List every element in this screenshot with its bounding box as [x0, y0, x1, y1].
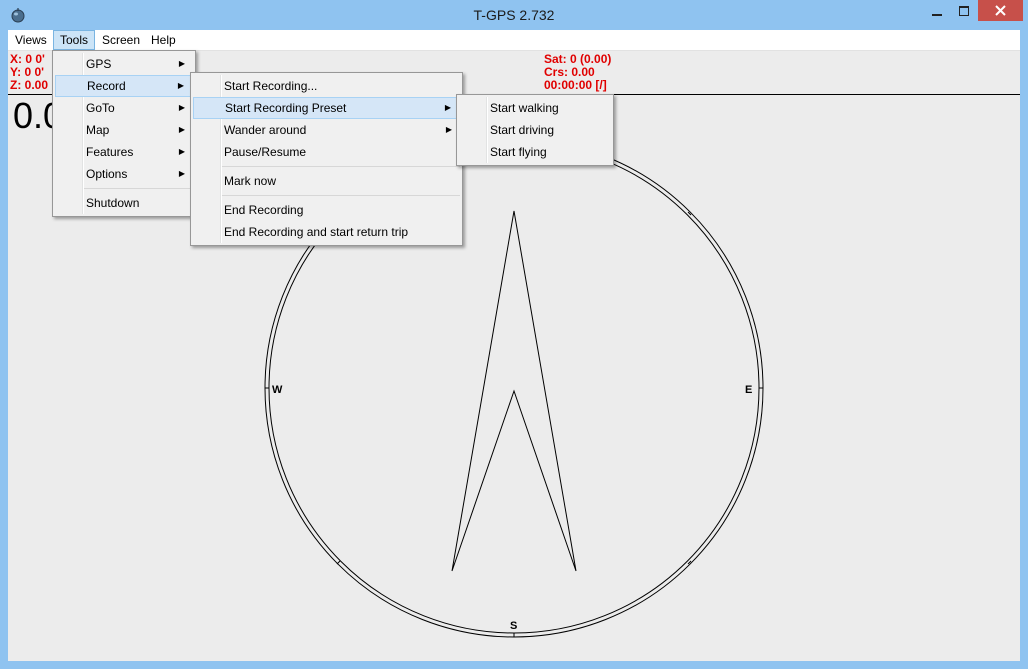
- record-submenu: Start Recording... Start Recording Prese…: [190, 72, 463, 246]
- menu-item-label: Start walking: [490, 101, 559, 115]
- menu-item-start-flying[interactable]: Start flying: [459, 141, 611, 163]
- menu-item-label: GPS: [86, 57, 112, 71]
- compass-label-west: W: [272, 384, 283, 396]
- close-button[interactable]: [978, 0, 1023, 21]
- menu-separator: [222, 166, 460, 167]
- menu-item-label: End Recording and start return trip: [224, 225, 409, 239]
- compass-needle: [451, 210, 577, 572]
- submenu-arrow-icon: ▶: [178, 125, 185, 134]
- submenu-arrow-icon: ▶: [178, 169, 185, 178]
- menu-item-label: Options: [86, 167, 128, 181]
- menu-item-label: Features: [86, 145, 134, 159]
- preset-submenu: Start walking Start driving Start flying: [456, 94, 614, 166]
- submenu-arrow-icon: ▶: [178, 147, 185, 156]
- submenu-arrow-icon: ▶: [177, 81, 184, 90]
- menu-item-label: Start Recording...: [224, 79, 318, 93]
- menu-item-shutdown[interactable]: Shutdown: [55, 192, 193, 214]
- menu-item-mark-now[interactable]: Mark now: [193, 170, 460, 192]
- menu-item-label: Pause/Resume: [224, 145, 307, 159]
- menu-item-label: Map: [86, 123, 110, 137]
- menu-item-start-driving[interactable]: Start driving: [459, 119, 611, 141]
- menu-separator: [222, 195, 460, 196]
- minimize-button[interactable]: [924, 0, 950, 21]
- menu-item-gps[interactable]: GPS ▶: [55, 53, 193, 75]
- menu-item-label: GoTo: [86, 101, 115, 115]
- maximize-button[interactable]: [951, 0, 977, 21]
- menu-item-label: Start flying: [490, 145, 547, 159]
- tools-menu: GPS ▶ Record ▶ GoTo ▶ Map ▶ Features ▶ O…: [52, 50, 196, 217]
- maximize-icon: [959, 5, 969, 16]
- menu-item-end-recording[interactable]: End Recording: [193, 199, 460, 221]
- minimize-icon: [932, 13, 942, 16]
- menu-item-wander-around[interactable]: Wander around ▶: [193, 119, 460, 141]
- app-window: T-GPS 2.732 Views Tools Screen Help X: 0…: [0, 0, 1028, 669]
- menu-item-start-walking[interactable]: Start walking: [459, 97, 611, 119]
- title-bar: T-GPS 2.732: [0, 0, 1028, 30]
- submenu-arrow-icon: ▶: [178, 103, 185, 112]
- menu-item-pause-resume[interactable]: Pause/Resume: [193, 141, 460, 163]
- menu-separator: [84, 188, 193, 189]
- menu-item-label: Start driving: [490, 123, 555, 137]
- menu-item-label: Wander around: [224, 123, 307, 137]
- close-icon: [995, 5, 1006, 16]
- menu-item-goto[interactable]: GoTo ▶: [55, 97, 193, 119]
- menu-item-label: Record: [87, 79, 126, 93]
- menu-item-features[interactable]: Features ▶: [55, 141, 193, 163]
- menu-item-label: Start Recording Preset: [225, 101, 347, 115]
- window-title: T-GPS 2.732: [473, 7, 555, 23]
- menu-item-label: Mark now: [224, 174, 277, 188]
- tick-sw: [336, 560, 341, 565]
- menu-item-start-recording-preset[interactable]: Start Recording Preset ▶: [193, 97, 460, 119]
- client-area: Views Tools Screen Help X: 0 0' Y: 0 0' …: [8, 30, 1020, 661]
- compass-label-east: E: [745, 384, 752, 396]
- menu-item-end-recording-return[interactable]: End Recording and start return trip: [193, 221, 460, 243]
- submenu-arrow-icon: ▶: [178, 59, 185, 68]
- menu-item-start-recording[interactable]: Start Recording...: [193, 75, 460, 97]
- menu-item-options[interactable]: Options ▶: [55, 163, 193, 185]
- submenu-arrow-icon: ▶: [445, 125, 452, 134]
- submenu-arrow-icon: ▶: [444, 103, 451, 112]
- menu-item-record[interactable]: Record ▶: [55, 75, 193, 97]
- menu-item-label: End Recording: [224, 203, 304, 217]
- compass-label-south: S: [510, 620, 517, 632]
- menu-item-map[interactable]: Map ▶: [55, 119, 193, 141]
- menu-item-label: Shutdown: [86, 196, 140, 210]
